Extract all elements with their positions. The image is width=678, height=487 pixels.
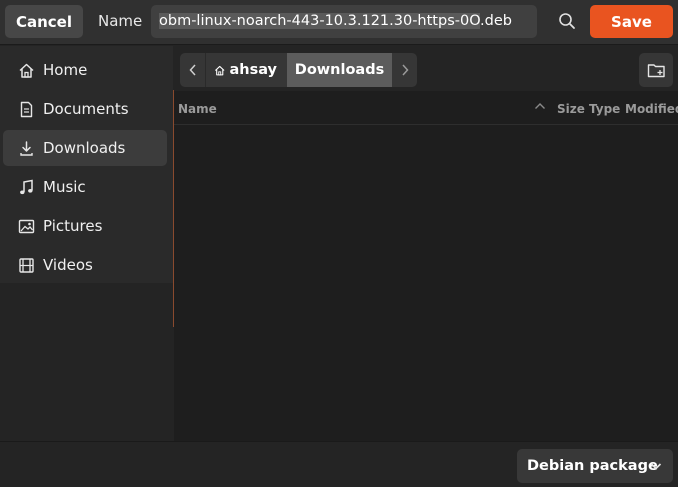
file-type-filter-dropdown[interactable]: Debian package — [517, 449, 673, 483]
sidebar-item-label: Videos — [43, 256, 93, 274]
sidebar-item-label: Music — [43, 178, 86, 196]
path-scroll-left-button[interactable] — [180, 53, 205, 87]
path-bar: ahsay Downloads — [180, 53, 417, 87]
chevron-down-icon — [650, 463, 662, 470]
new-folder-icon — [647, 63, 665, 77]
list-header: Name Size Type Modified — [174, 91, 678, 125]
bottom-bar: Debian package — [0, 441, 678, 487]
name-label: Name — [98, 12, 143, 30]
filename-input[interactable]: obm-linux-noarch-443-10.3.121.30-https-0… — [151, 5, 537, 38]
cancel-button[interactable]: Cancel — [5, 5, 83, 38]
sidebar-item-label: Pictures — [43, 217, 103, 235]
chevron-right-icon — [401, 64, 409, 76]
save-button[interactable]: Save — [590, 5, 673, 38]
new-folder-button[interactable] — [639, 53, 673, 87]
filename-extension: .deb — [480, 13, 512, 29]
places-sidebar: Home Documents Downloads Music Pictures … — [0, 46, 173, 283]
path-segment-downloads[interactable]: Downloads — [287, 53, 392, 87]
sidebar-item-music[interactable]: Music — [3, 169, 167, 205]
home-icon — [214, 65, 225, 75]
header-bar: Cancel Name obm-linux-noarch-443-10.3.12… — [0, 0, 678, 45]
sidebar-item-videos[interactable]: Videos — [3, 247, 167, 283]
download-icon — [14, 136, 38, 160]
filter-selected-value: Debian package — [527, 458, 658, 474]
search-icon — [559, 13, 575, 29]
sidebar-item-home[interactable]: Home — [3, 52, 167, 88]
home-icon — [14, 58, 38, 82]
picture-icon — [14, 214, 38, 238]
video-icon — [14, 253, 38, 277]
sidebar-item-documents[interactable]: Documents — [3, 91, 167, 127]
music-icon — [14, 175, 38, 199]
filename-selected-text: obm-linux-noarch-443-10.3.121.30-https-0… — [159, 13, 481, 29]
search-button[interactable] — [552, 6, 582, 36]
column-header-size[interactable]: Size — [557, 102, 585, 116]
file-list[interactable]: Name Size Type Modified — [174, 91, 678, 441]
path-segment-label: ahsay — [229, 62, 277, 78]
chevron-left-icon — [188, 64, 196, 76]
sidebar-item-pictures[interactable]: Pictures — [3, 208, 167, 244]
path-segment-home[interactable]: ahsay — [205, 53, 287, 87]
sidebar-item-label: Home — [43, 61, 88, 79]
column-header-type[interactable]: Type — [589, 102, 620, 116]
sort-ascending-icon — [534, 100, 546, 114]
document-icon — [14, 97, 38, 121]
sidebar-item-label: Documents — [43, 100, 129, 118]
path-scroll-right-button[interactable] — [392, 53, 417, 87]
sidebar-item-label: Downloads — [43, 139, 126, 157]
sidebar-item-downloads[interactable]: Downloads — [3, 130, 167, 166]
column-header-name[interactable]: Name — [178, 102, 217, 116]
column-header-modified[interactable]: Modified — [625, 102, 678, 116]
